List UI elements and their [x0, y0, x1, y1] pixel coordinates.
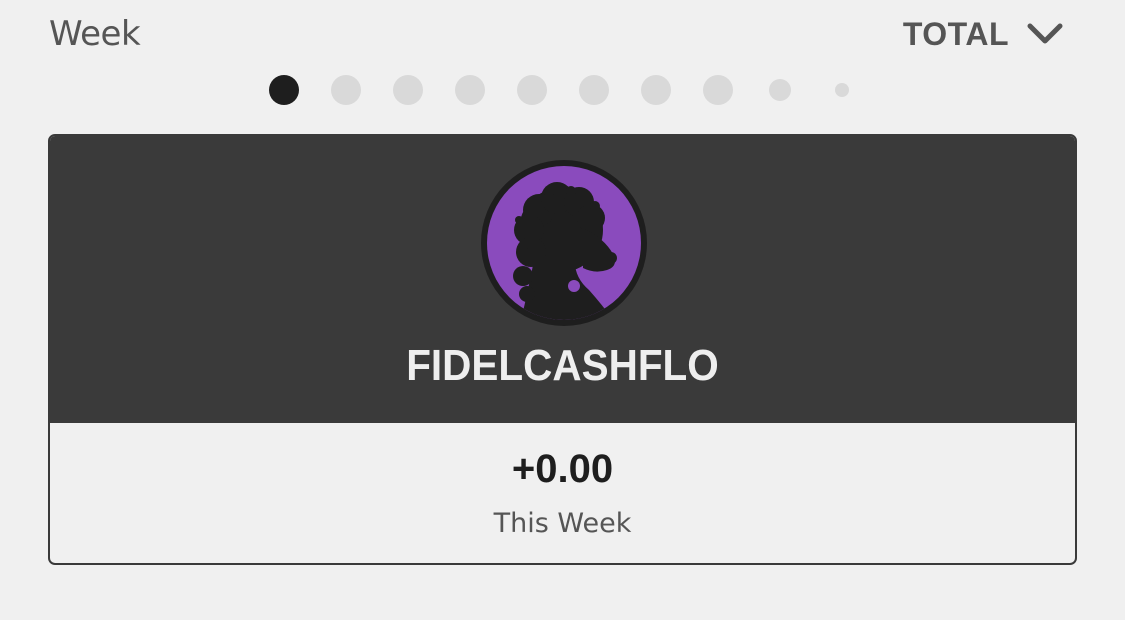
chevron-down-icon: [1027, 23, 1063, 44]
player-username: FIDELCASHFLO: [406, 341, 719, 390]
page-indicator: [0, 75, 1125, 105]
page-dot-2[interactable]: [331, 75, 361, 105]
player-card-header: FIDELCASHFLO: [50, 136, 1075, 423]
page-dot-10[interactable]: [835, 83, 849, 97]
page-dot-6[interactable]: [579, 75, 609, 105]
player-score: +0.00: [511, 447, 614, 491]
page-dot-9[interactable]: [769, 79, 791, 101]
poodle-avatar-icon: [481, 160, 647, 326]
scope-dropdown[interactable]: TOTAL: [903, 12, 1063, 56]
page-dot-8[interactable]: [703, 75, 733, 105]
weekly-leaderboard-screen: Week TOTAL FIDELCASHFLO +0.00 This Week: [0, 0, 1125, 620]
scope-label: TOTAL: [902, 15, 1009, 52]
page-dot-1[interactable]: [269, 75, 299, 105]
period-label: Week: [49, 14, 141, 54]
page-dot-5[interactable]: [517, 75, 547, 105]
page-dot-4[interactable]: [455, 75, 485, 105]
score-period-label: This Week: [493, 508, 632, 539]
page-dot-7[interactable]: [641, 75, 671, 105]
player-card[interactable]: FIDELCASHFLO +0.00 This Week: [48, 134, 1077, 565]
page-dot-3[interactable]: [393, 75, 423, 105]
